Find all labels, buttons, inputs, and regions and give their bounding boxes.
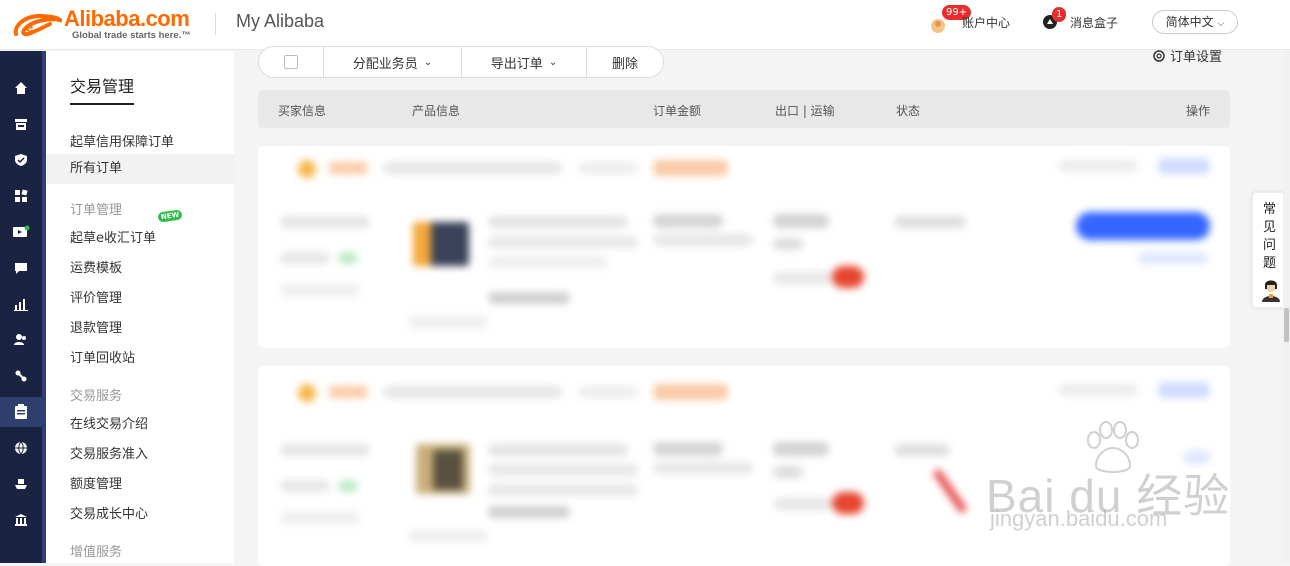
assign-salesperson-label: 分配业务员: [352, 56, 418, 72]
customers-icon[interactable]: [10, 329, 32, 351]
nav-item-credit-limit[interactable]: 额度管理: [70, 473, 122, 492]
logo-text: Alibaba.com: [64, 6, 190, 31]
nav-item-trade-growth-center[interactable]: 交易成长中心: [70, 503, 148, 522]
shield-icon[interactable]: [10, 149, 32, 171]
support-agent-icon: [1262, 280, 1280, 302]
select-all-checkbox[interactable]: [284, 55, 298, 69]
home-icon[interactable]: [10, 77, 32, 99]
globe-icon[interactable]: [10, 437, 32, 459]
header-divider: [215, 13, 216, 35]
video-icon[interactable]: [10, 221, 32, 243]
order-table-header: 买家信息 产品信息 订单金额 出口 | 运输 状态 操作: [258, 90, 1230, 128]
nav-group-value-added-services: 增值服务: [70, 545, 123, 560]
page-title[interactable]: My Alibaba: [236, 11, 324, 32]
top-header: e Alibaba.com Global trade starts here.™…: [0, 0, 1290, 50]
orders-icon[interactable]: [0, 397, 42, 427]
delete-button[interactable]: 删除: [587, 47, 663, 77]
chevron-down-icon: ⌵: [1217, 19, 1225, 29]
export-orders-button[interactable]: 导出订单 ⌄: [462, 47, 587, 77]
ship-icon[interactable]: [10, 473, 32, 495]
bank-icon[interactable]: [10, 509, 32, 531]
order-card[interactable]: [258, 146, 1230, 348]
col-order-amount: 订单金额: [653, 104, 702, 118]
chevron-down-icon: ⌄: [423, 56, 433, 68]
assign-salesperson-button[interactable]: 分配业务员 ⌄: [324, 47, 462, 77]
logistics-icon[interactable]: [10, 365, 32, 387]
order-toolbar: 分配业务员 ⌄ 导出订单 ⌄ 删除: [258, 46, 664, 78]
order-settings-link[interactable]: 订单设置: [1152, 46, 1222, 65]
apps-grid-icon[interactable]: [10, 185, 32, 207]
col-product-info: 产品信息: [412, 104, 461, 118]
language-selector[interactable]: 简体中文 ⌵: [1152, 10, 1238, 34]
nav-section-title: 交易管理: [70, 73, 135, 105]
alibaba-logo-icon: e: [13, 13, 62, 37]
col-actions: 操作: [1186, 104, 1211, 118]
scrollbar-thumb[interactable]: [1284, 308, 1289, 342]
nav-item-refunds[interactable]: 退款管理: [70, 317, 122, 336]
language-label: 简体中文: [1165, 15, 1214, 29]
watermark-sub-text: jingyan.baidu.com: [990, 506, 1168, 531]
nav-item-reviews[interactable]: 评价管理: [70, 287, 122, 306]
nav-group-trade-services: 交易服务: [70, 389, 123, 404]
nav-item-draft-trade-assurance[interactable]: 起草信用保障订单: [70, 131, 174, 150]
chevron-down-icon: ⌄: [548, 56, 558, 68]
nav-item-trade-service-access[interactable]: 交易服务准入: [70, 443, 148, 462]
nav-group-order-management: 订单管理: [70, 203, 123, 218]
store-icon[interactable]: [10, 113, 32, 135]
col-status: 状态: [896, 104, 921, 118]
secondary-nav: 交易管理 起草信用保障订单 所有订单 订单管理 起草e收汇订单 NEW 运费模板…: [46, 51, 234, 563]
message-badge: 1: [1052, 7, 1067, 22]
select-all-cell[interactable]: [259, 47, 324, 77]
svg-text:e: e: [26, 20, 33, 35]
nav-item-shipping-template[interactable]: 运费模板: [70, 257, 122, 276]
icon-rail: [0, 51, 46, 563]
account-center-label: 账户中心: [962, 16, 1011, 30]
nav-item-all-orders[interactable]: 所有订单: [46, 154, 234, 184]
gear-icon: [1153, 49, 1165, 62]
nav-item-order-recycle-bin[interactable]: 订单回收站: [70, 347, 135, 366]
col-export-shipping: 出口 | 运输: [775, 104, 835, 118]
logo-tagline: Global trade starts here.™: [72, 30, 191, 41]
order-settings-label: 订单设置: [1170, 50, 1223, 65]
nav-item-online-trade-intro[interactable]: 在线交易介绍: [70, 413, 148, 432]
new-badge: NEW: [157, 209, 183, 223]
delete-label: 删除: [611, 56, 638, 72]
col-buyer-info: 买家信息: [278, 104, 327, 118]
nav-item-draft-e-collection[interactable]: 起草e收汇订单: [70, 227, 156, 246]
export-orders-label: 导出订单: [490, 56, 543, 72]
faq-label: 常见问题: [1263, 202, 1277, 271]
chat-icon[interactable]: [10, 257, 32, 279]
analytics-icon[interactable]: [10, 293, 32, 315]
message-box-label: 消息盒子: [1070, 16, 1119, 30]
alibaba-logo[interactable]: e Alibaba.com Global trade starts here.™: [8, 4, 208, 44]
